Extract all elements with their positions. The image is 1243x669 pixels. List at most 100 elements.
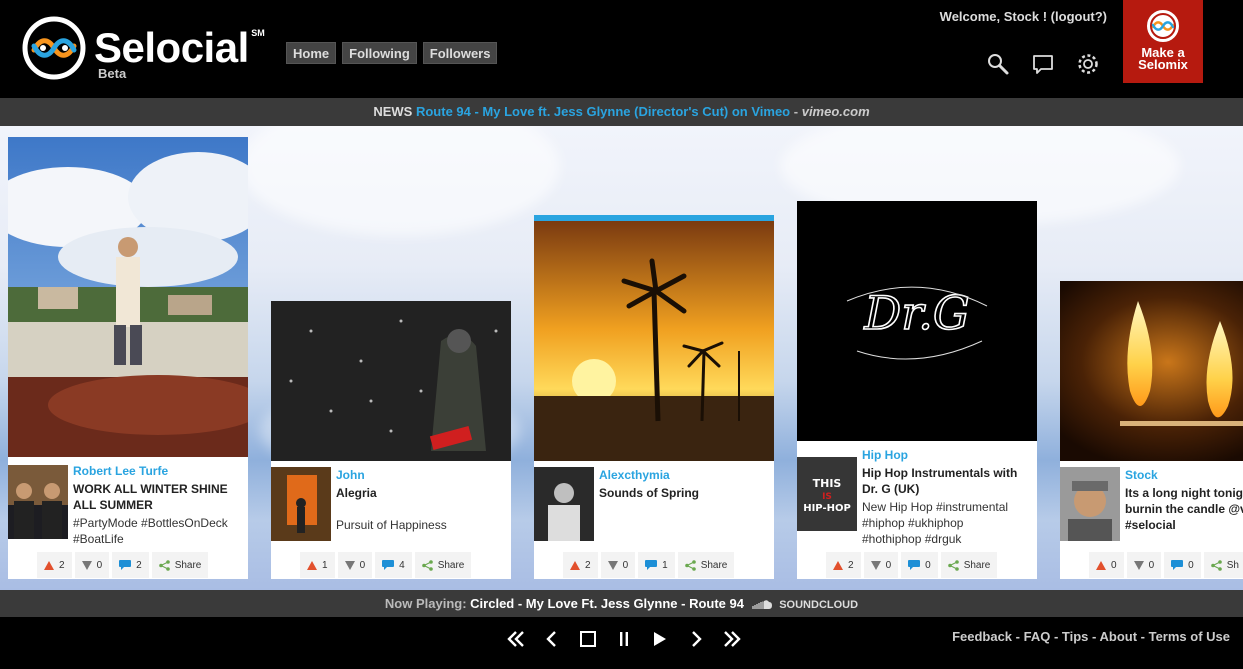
share-label: Share <box>437 559 465 571</box>
card-image[interactable] <box>271 301 511 461</box>
upvote-button[interactable]: 2 <box>826 552 861 578</box>
thumb-text: HIP-HOP <box>803 503 851 514</box>
upvote-button[interactable]: 0 <box>1089 552 1124 578</box>
upvote-button[interactable]: 2 <box>563 552 598 578</box>
card-title[interactable]: Sounds of Spring <box>599 485 771 501</box>
downvote-count: 0 <box>96 559 103 571</box>
news-headline-link[interactable]: Route 94 - My Love ft. Jess Glynne (Dire… <box>416 104 790 119</box>
card-title[interactable]: Its a long night tonig burnin the candle… <box>1125 485 1243 533</box>
share-icon <box>947 559 959 571</box>
next-icon[interactable] <box>684 627 708 651</box>
card-image[interactable] <box>8 137 248 457</box>
comment-count: 0 <box>925 559 931 571</box>
downvote-button[interactable]: 0 <box>74 552 110 578</box>
feed-card-active[interactable]: Alexcthymia Sounds of Spring 2 0 1 Share <box>534 215 774 579</box>
comments-button[interactable]: 0 <box>1164 552 1201 578</box>
avatar-photo <box>1060 467 1120 541</box>
fast-forward-icon[interactable] <box>720 627 744 651</box>
beta-badge: Beta <box>98 66 127 81</box>
author-avatar[interactable] <box>271 467 331 541</box>
rewind-icon[interactable] <box>504 627 528 651</box>
soundcloud-label[interactable]: SOUNDCLOUD <box>779 599 858 611</box>
comment-icon <box>908 560 921 570</box>
avatar-photo: THIS IS HIP-HOP <box>797 457 857 531</box>
feed-card[interactable]: Dr.G THIS IS HIP-HOP Hip Hop Hip Hop Ins… <box>797 201 1037 579</box>
stop-icon[interactable] <box>576 627 600 651</box>
header: Selocial SM Beta Home Following Follower… <box>0 0 1243 98</box>
comments-button[interactable]: 4 <box>375 552 412 578</box>
author-avatar[interactable]: THIS IS HIP-HOP <box>797 457 857 531</box>
footer-link-feedback[interactable]: Feedback <box>952 629 1012 644</box>
footer-separator: - <box>1050 629 1062 644</box>
card-author[interactable]: Robert Lee Turfe <box>73 464 168 478</box>
comment-icon <box>1171 560 1184 570</box>
previous-icon[interactable] <box>540 627 564 651</box>
search-icon[interactable] <box>986 52 1010 76</box>
card-image[interactable] <box>534 221 774 461</box>
feed-card[interactable]: Robert Lee Turfe WORK ALL WINTER SHINE A… <box>8 137 248 579</box>
card-title[interactable]: Hip Hop Instrumentals with Dr. G (UK) <box>862 465 1034 497</box>
comments-button[interactable]: 1 <box>638 552 675 578</box>
footer-link-faq[interactable]: FAQ <box>1024 629 1051 644</box>
feed-card[interactable]: John Alegria Pursuit of Happiness 1 0 4 <box>271 301 511 579</box>
share-button[interactable]: Share <box>414 552 472 578</box>
news-label: NEWS <box>373 104 413 119</box>
upvote-count: 2 <box>59 559 65 571</box>
play-icon[interactable] <box>648 627 672 651</box>
footer-link-terms[interactable]: Terms of Use <box>1149 629 1230 644</box>
card-description: New Hip Hop #instrumental #hiphop #ukhip… <box>862 499 1034 547</box>
card-author[interactable]: John <box>336 468 365 482</box>
downvote-button[interactable]: 0 <box>863 552 899 578</box>
make-selomix-button[interactable]: Make a Selomix <box>1123 0 1203 83</box>
author-avatar[interactable] <box>1060 467 1120 541</box>
comment-count: 2 <box>136 559 142 571</box>
card-author[interactable]: Hip Hop <box>862 448 908 462</box>
upvote-count: 0 <box>1111 559 1117 571</box>
nav-followers[interactable]: Followers <box>422 42 498 64</box>
news-source[interactable]: vimeo.com <box>802 104 870 119</box>
downvote-button[interactable]: 0 <box>337 552 373 578</box>
feed-card[interactable]: Stock Its a long night tonig burnin the … <box>1060 281 1243 579</box>
share-button[interactable]: Share <box>677 552 735 578</box>
author-avatar[interactable] <box>8 465 68 539</box>
pause-icon[interactable] <box>612 627 636 651</box>
thumb-text: IS <box>822 492 832 502</box>
comments-button[interactable]: 0 <box>901 552 938 578</box>
upvote-button[interactable]: 1 <box>300 552 335 578</box>
footer-link-about[interactable]: About <box>1099 629 1137 644</box>
card-desc-line: Pursuit of Happiness <box>336 518 447 532</box>
downvote-icon <box>344 560 355 570</box>
card-title[interactable]: WORK ALL WINTER SHINE ALL SUMMER <box>73 481 245 513</box>
logo[interactable]: Selocial SM Beta <box>22 16 265 81</box>
author-avatar[interactable] <box>534 467 594 541</box>
comments-button[interactable]: 2 <box>112 552 149 578</box>
comment-icon <box>645 560 658 570</box>
downvote-count: 0 <box>885 559 892 571</box>
comment-count: 0 <box>1188 559 1194 571</box>
news-separator: - <box>793 104 799 119</box>
upvote-count: 1 <box>322 559 328 571</box>
gear-icon[interactable] <box>1076 52 1100 76</box>
share-button[interactable]: Share <box>940 552 998 578</box>
card-title[interactable]: Alegria <box>336 485 508 501</box>
card-author[interactable]: Alexcthymia <box>599 468 670 482</box>
downvote-button[interactable]: 0 <box>600 552 636 578</box>
welcome-logout-link[interactable]: Welcome, Stock ! (logout?) <box>940 9 1107 24</box>
upvote-icon <box>307 560 317 570</box>
share-icon <box>1210 559 1222 571</box>
share-label: Sh <box>1226 559 1239 571</box>
upvote-button[interactable]: 2 <box>37 552 72 578</box>
footer-link-tips[interactable]: Tips <box>1062 629 1089 644</box>
nav-home[interactable]: Home <box>286 42 337 64</box>
card-image[interactable]: Dr.G <box>797 201 1037 441</box>
share-button[interactable]: Share <box>151 552 209 578</box>
chat-icon[interactable] <box>1031 52 1055 76</box>
service-mark: SM <box>251 28 265 38</box>
share-button[interactable]: Sh <box>1203 552 1243 578</box>
card-image[interactable] <box>1060 281 1243 461</box>
now-playing-track[interactable]: Circled - My Love Ft. Jess Glynne - Rout… <box>470 596 744 611</box>
nav-following[interactable]: Following <box>342 42 417 64</box>
downvote-button[interactable]: 0 <box>1126 552 1162 578</box>
card-author[interactable]: Stock <box>1125 468 1158 482</box>
card-photo-candle <box>1060 281 1243 461</box>
